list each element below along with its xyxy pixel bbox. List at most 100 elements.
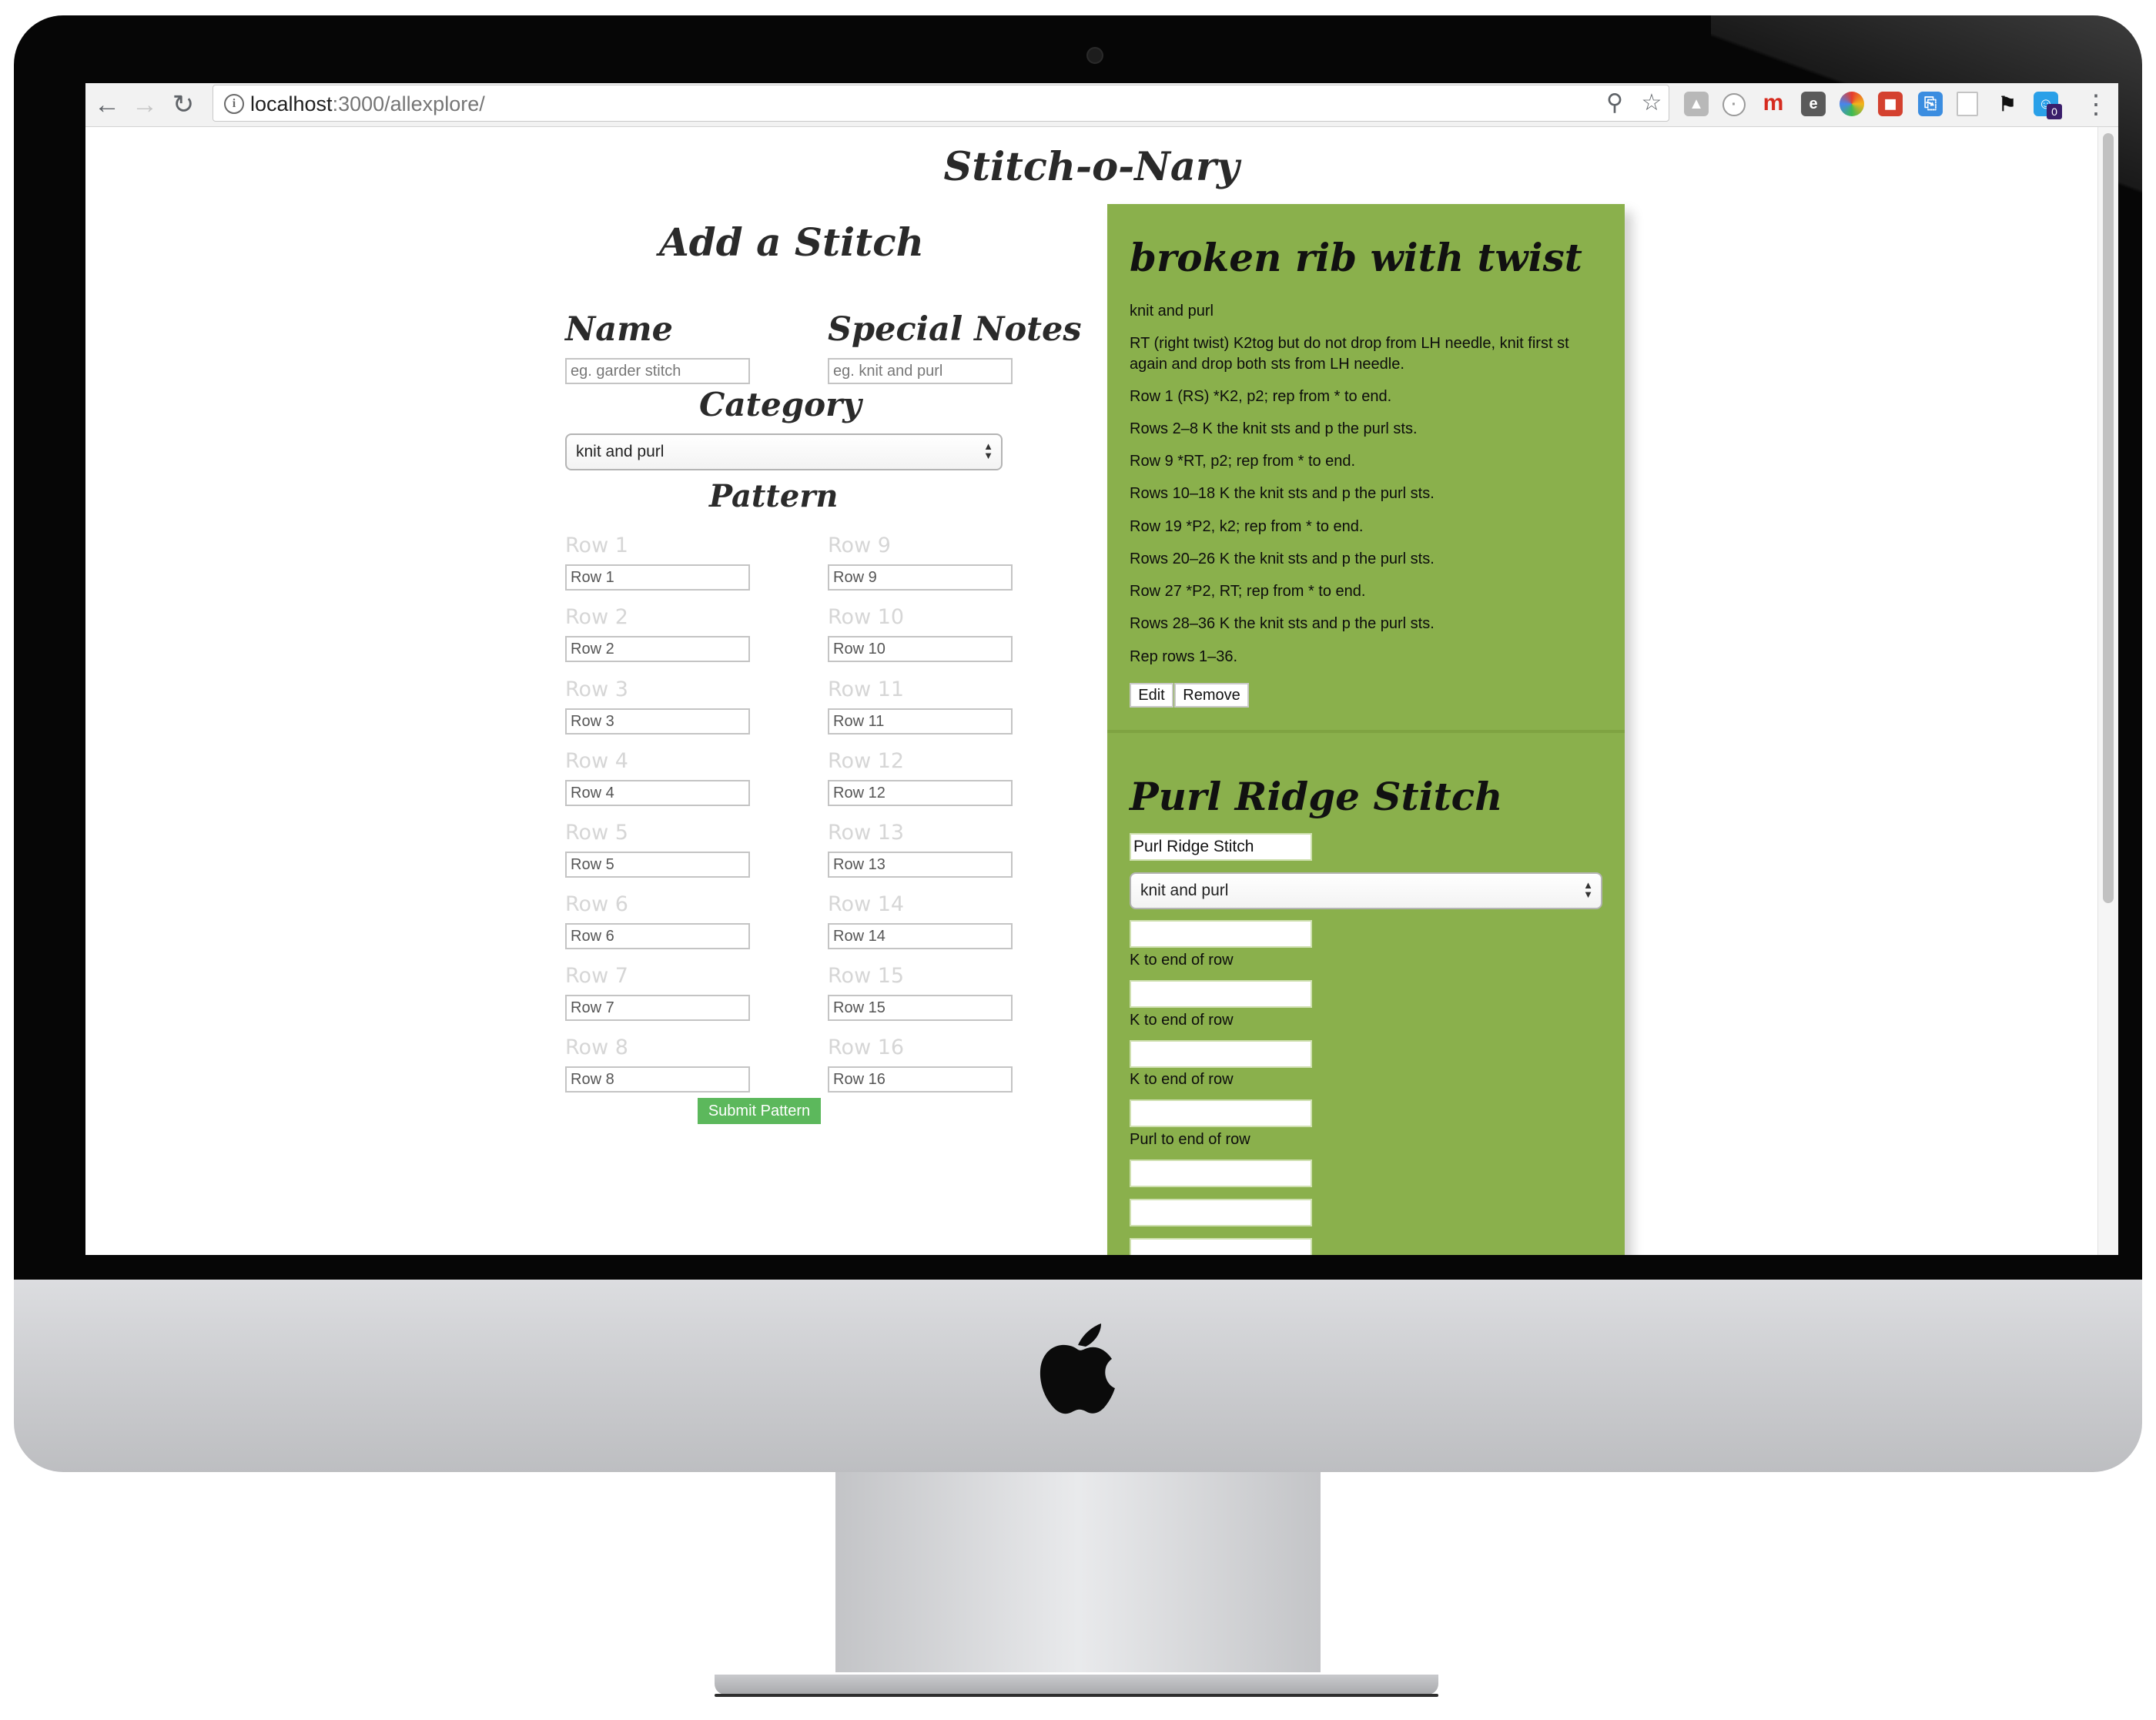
camera [1086,47,1103,64]
stitch-title: broken rib with twist [1130,235,1582,280]
submit-pattern-button[interactable]: Submit Pattern [698,1098,821,1124]
stitch-row: Rows 2–8 K the knit sts and p the purl s… [1130,420,1418,437]
row-input[interactable] [1130,1238,1312,1255]
stitch-name-input[interactable]: Purl Ridge Stitch [1130,833,1312,861]
back-icon[interactable]: ← [92,89,122,120]
row-label: Row 2 [565,605,628,629]
row-input[interactable]: Row 14 [828,923,1013,949]
row-input[interactable]: Row 10 [828,636,1013,662]
row-input[interactable] [1130,1099,1312,1127]
url-text[interactable]: localhost:3000/allexplore/ [250,92,485,116]
penguin-extension-icon[interactable]: ⚑ [1995,92,2020,116]
scrollbar[interactable] [2097,127,2118,1255]
stand-base [715,1675,1438,1695]
stitch-divider [1107,730,1625,733]
row-input[interactable] [1130,920,1312,948]
row-input[interactable]: Row 13 [828,852,1013,878]
m-extension-icon[interactable]: m [1761,92,1786,116]
circle-extension-icon[interactable]: · [1722,93,1746,116]
stitch-category-select[interactable]: knit and purl ▲ ▼ [1130,872,1602,909]
row-input[interactable] [1130,1159,1312,1187]
name-label: Name [565,310,674,349]
stitch-row: Row 1 (RS) *K2, p2; rep from * to end. [1130,388,1392,405]
row-input[interactable]: Row 15 [828,995,1013,1021]
row-input[interactable]: Row 1 [565,564,750,591]
row-input[interactable]: Row 4 [565,780,750,806]
row-input[interactable] [1130,1040,1312,1068]
row-input[interactable]: Row 3 [565,708,750,735]
bookmark-extension-icon[interactable]: ⎘ [1918,92,1943,116]
extension-badge: 0 [2047,104,2062,119]
row-label: Row 15 [828,964,905,988]
row-label: Row 13 [828,821,905,845]
row-label: Row 8 [565,1036,628,1059]
edit-button[interactable]: Edit [1130,683,1173,708]
add-stitch-heading: Add a Stitch [659,219,925,265]
stitch-row: Row 27 *P2, RT; rep from * to end. [1130,583,1366,600]
stand-base-shadow [715,1694,1438,1697]
stitch-notes-line-2: again and drop both sts from LH needle. [1130,356,1404,373]
gift-extension-icon[interactable]: ◼ [1878,92,1903,116]
row-label: Row 10 [828,605,905,629]
browser-toolbar: ← → ↻ i localhost:3000/allexplore/ ⚲ ☆ ▲… [85,83,2118,127]
row-label: Row 14 [828,892,905,916]
forward-icon[interactable]: → [129,89,160,120]
category-label: Category [699,386,862,423]
row-input[interactable]: Row 2 [565,636,750,662]
info-icon[interactable]: i [224,94,244,114]
special-notes-input[interactable]: eg. knit and purl [828,358,1013,384]
evernote-extension-icon[interactable]: e [1801,92,1826,116]
row-label: Row 1 [565,534,628,557]
row-input[interactable]: Row 16 [828,1066,1013,1093]
category-select[interactable]: knit and purl ▲ ▼ [565,433,1003,470]
stitch-category: knit and purl [1130,303,1214,320]
stitch-row: Rep rows 1–36. [1130,648,1238,665]
row-label: Row 12 [828,749,905,773]
row-label: Row 16 [828,1036,905,1059]
special-notes-label: Special Notes [828,310,1082,349]
row-input[interactable]: Row 8 [565,1066,750,1093]
row-text: Purl to end of row [1130,1131,1250,1148]
stitch-notes-line-1: RT (right twist) K2tog but do not drop f… [1130,335,1569,352]
row-label: Row 11 [828,678,905,701]
zoom-icon[interactable]: ⚲ [1601,89,1629,117]
reload-icon[interactable]: ↻ [168,89,199,120]
row-input[interactable] [1130,1199,1312,1226]
row-text: K to end of row [1130,1012,1234,1029]
stitch-row: Rows 10–18 K the knit sts and p the purl… [1130,485,1435,502]
color-extension-icon[interactable] [1840,92,1864,116]
select-arrows-icon: ▲ ▼ [1583,879,1593,900]
row-label: Row 7 [565,964,628,988]
remove-button[interactable]: Remove [1174,683,1249,708]
row-input[interactable]: Row 6 [565,923,750,949]
site-title: Stitch-o-Nary [943,144,1240,190]
stitch-row: Rows 28–36 K the knit sts and p the purl… [1130,615,1435,632]
stand [835,1472,1321,1672]
address-bar[interactable]: i localhost:3000/allexplore/ ⚲ ☆ [213,85,1669,122]
category-select-value: knit and purl [576,443,665,460]
name-input[interactable]: eg. garder stitch [565,358,750,384]
stitch-title: Purl Ridge Stitch [1130,774,1503,819]
drive-extension-icon[interactable]: ▲ [1684,92,1709,116]
row-label: Row 5 [565,821,628,845]
scrollbar-thumb[interactable] [2103,133,2114,903]
screen: ← → ↻ i localhost:3000/allexplore/ ⚲ ☆ ▲… [85,83,2118,1255]
row-input[interactable]: Row 11 [828,708,1013,735]
page-extension-icon[interactable] [1957,92,1978,116]
pattern-label: Pattern [709,478,839,514]
row-input[interactable]: Row 5 [565,852,750,878]
stitch-row: Rows 20–26 K the knit sts and p the purl… [1130,550,1435,567]
stitch-category-select-value: knit and purl [1140,882,1229,899]
stitch-row: Row 19 *P2, k2; rep from * to end. [1130,518,1364,535]
row-text: K to end of row [1130,1071,1234,1088]
row-label: Row 6 [565,892,628,916]
page: Stitch-o-Nary Add a Stitch Name Special … [85,127,2097,1255]
row-label: Row 9 [828,534,891,557]
stitch-row: Row 9 *RT, p2; rep from * to end. [1130,453,1356,470]
row-input[interactable] [1130,980,1312,1008]
row-input[interactable]: Row 9 [828,564,1013,591]
row-input[interactable]: Row 7 [565,995,750,1021]
row-input[interactable]: Row 12 [828,780,1013,806]
menu-icon[interactable]: ⋮ [2083,88,2109,122]
star-icon[interactable]: ☆ [1638,89,1666,117]
